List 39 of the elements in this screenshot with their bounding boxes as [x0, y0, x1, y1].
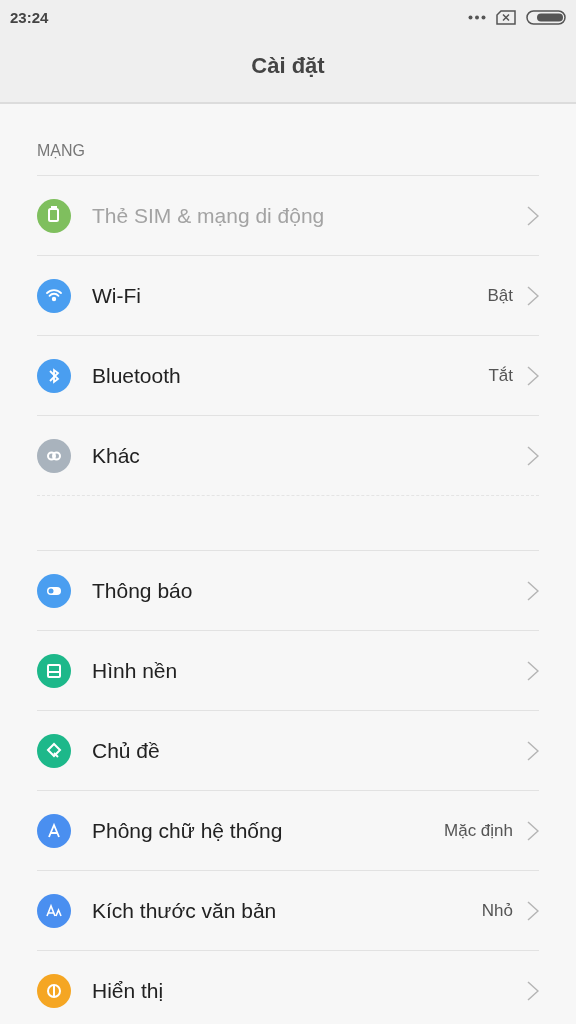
chevron-icon — [527, 205, 539, 226]
setting-label: Hình nền — [92, 658, 179, 683]
setting-label: Thông báo — [92, 578, 194, 603]
chevron-icon — [527, 285, 539, 306]
chevron-icon — [527, 740, 539, 761]
status-time: 23:24 — [10, 8, 49, 26]
settings-row[interactable]: Bluetooth Tắt — [37, 335, 539, 415]
no-sim-icon — [496, 9, 516, 25]
chevron-icon — [527, 660, 539, 681]
setting-label: Khác — [92, 443, 141, 468]
setting-label: Hiển thị — [92, 978, 165, 1003]
chevron-icon — [527, 900, 539, 921]
setting-label: Kích thước văn bản — [92, 898, 278, 923]
setting-label: Bluetooth — [92, 363, 182, 388]
page-title: Cài đặt — [251, 53, 325, 79]
chevron-icon — [527, 445, 539, 466]
settings-row[interactable]: Wi-Fi Bật — [37, 255, 539, 335]
more-dots-icon — [468, 14, 486, 20]
settings-row[interactable]: Hiển thị — [37, 950, 539, 1024]
settings-row[interactable]: Chủ đề — [37, 710, 539, 790]
setting-label: Wi-Fi — [92, 283, 142, 308]
setting-label: Phông chữ hệ thống — [92, 818, 284, 843]
settings-row[interactable]: Khác — [37, 415, 539, 495]
setting-value: Mặc định — [444, 820, 513, 841]
battery-icon — [526, 9, 566, 25]
settings-row[interactable]: Hình nền — [37, 630, 539, 710]
chevron-icon — [527, 820, 539, 841]
settings-row[interactable]: Phông chữ hệ thống Mặc định — [37, 790, 539, 870]
chevron-icon — [527, 365, 539, 386]
setting-value: Tắt — [488, 365, 513, 386]
setting-value: Bật — [487, 285, 513, 306]
setting-value: Nhỏ — [481, 900, 513, 921]
setting-label: Thẻ SIM & mạng di động — [92, 203, 326, 228]
chevron-icon — [527, 980, 539, 1001]
settings-row[interactable]: Thông báo — [37, 550, 539, 630]
setting-label: Chủ đề — [92, 738, 161, 763]
section-header: MẠNG — [36, 141, 86, 161]
chevron-icon — [527, 580, 539, 601]
settings-row[interactable]: Kích thước văn bản Nhỏ — [37, 870, 539, 950]
